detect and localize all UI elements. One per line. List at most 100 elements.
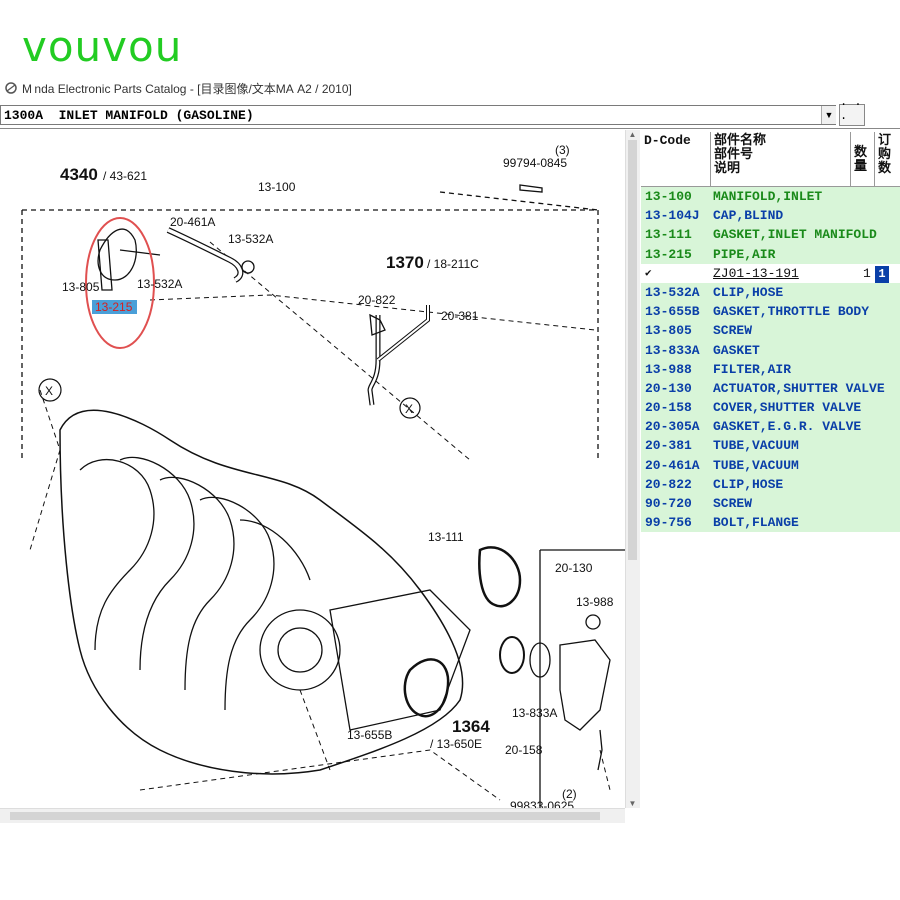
label-20-381[interactable]: 20-381 [441,309,479,323]
part-name: GASKET [713,342,760,358]
table-row[interactable]: 20-305A GASKET,E.G.R. VALVE [641,417,900,437]
part-name: TUBE,VACUUM [713,438,799,454]
part-name: BOLT,FLANGE [713,515,799,531]
label-x-left: X [45,384,53,398]
table-row[interactable]: 99-756 BOLT,FLANGE [641,513,900,533]
label-13-650e: / 13-650E [430,737,482,751]
scroll-up-icon[interactable]: ▲ [628,130,637,139]
part-dcode: 20-130 [645,380,692,396]
scroll-thumb[interactable] [10,812,600,820]
diagram-vertical-scrollbar[interactable]: ▲ ▼ [625,130,640,808]
label-1370[interactable]: 1370 [386,253,424,272]
diagram-canvas[interactable]: 4340 / 43-621 13-100 20-461A 13-532A 13-… [0,130,625,808]
part-name: MANIFOLD,INLET [713,189,823,204]
label-20-461a[interactable]: 20-461A [170,215,215,229]
header-order-qty[interactable]: 订购数 [875,132,900,186]
parts-table-body: 13-100 MANIFOLD,INLET 13-104J CAP,BLIND 13-1… [641,187,900,533]
table-row[interactable]: 13-111 GASKET,INLET MANIFOLD [641,225,900,245]
table-row[interactable]: 20-461A TUBE,VACUUM [641,455,900,475]
label-1364[interactable]: 1364 [452,717,490,736]
header-part-name[interactable]: 部件名称 部件号 说明 [711,132,851,186]
part-dcode: 13-805 [645,323,692,339]
table-row[interactable]: 13-805 SCREW [641,321,900,341]
header-dcode[interactable]: D-Code [641,132,711,186]
table-row[interactable]: 13-215 PIPE,AIR [641,244,900,264]
parts-table-header: D-Code 部件名称 部件号 说明 数量 订购数 [641,132,900,187]
watermark-logo: vouvou [22,22,183,71]
part-name: ACTUATOR,SHUTTER VALVE [713,380,885,396]
browse-button[interactable]: . . . [839,95,865,126]
part-dcode: 90-720 [645,496,692,511]
label-13-532a-top[interactable]: 13-532A [228,232,273,246]
label-18-211c: / 18-211C [427,257,479,271]
table-row[interactable]: 20-158 COVER,SHUTTER VALVE [641,398,900,418]
label-4340[interactable]: 4340 [60,165,98,184]
label-13-655b[interactable]: 13-655B [347,728,392,742]
table-row[interactable]: 13-833A GASKET [641,340,900,360]
diagram-horizontal-scrollbar[interactable] [0,808,625,823]
part-dcode: 20-158 [645,400,692,416]
header-qty[interactable]: 数量 [851,132,875,186]
label-13-215[interactable]: 13-215 [95,300,133,314]
part-dcode: 20-822 [645,476,692,492]
part-dcode: 13-532A [645,284,700,300]
table-row[interactable]: 13-655B GASKET,THROTTLE BODY [641,302,900,322]
app-icon [5,82,17,94]
part-name: CAP,BLIND [713,208,784,224]
divider [0,128,900,129]
label-20-158[interactable]: 20-158 [505,743,543,757]
part-dcode: 99-756 [645,515,692,531]
chevron-down-icon[interactable]: ▼ [821,106,836,124]
part-qty: 1 [863,265,871,281]
part-number: ZJ01-13-191 [713,265,799,281]
part-name: GASKET,E.G.R. VALVE [713,419,862,435]
label-20-822[interactable]: 20-822 [358,293,396,307]
check-icon[interactable]: ✔ [645,266,652,280]
part-name: PIPE,AIR [713,246,776,262]
part-name: SCREW [713,323,753,339]
parts-list-panel: D-Code 部件名称 部件号 说明 数量 订购数 13-100 MANIFOLD… [641,132,900,533]
part-name: CLIP,HOSE [713,476,784,492]
window-title: M nda Electronic Parts Catalog - [目录图像/文… [22,81,352,96]
part-name: COVER,SHUTTER VALVE [713,400,862,416]
label-43-621: / 43-621 [103,169,147,183]
part-name: FILTER,AIR [713,361,792,377]
table-row[interactable]: 20-130 ACTUATOR,SHUTTER VALVE [641,378,900,399]
label-99833-0625[interactable]: 99833-0625 [510,799,574,808]
section-select[interactable]: 1300A INLET MANIFOLD (GASOLINE) [0,105,836,125]
part-name: TUBE,VACUUM [713,457,799,473]
scroll-thumb[interactable] [628,140,637,560]
order-qty-input[interactable]: 1 [875,265,889,283]
label-x-right: X [405,402,413,416]
parts-diagram[interactable]: 4340 / 43-621 13-100 20-461A 13-532A 13-… [0,130,625,808]
part-dcode: 13-100 [645,189,692,204]
label-99794-0845[interactable]: 99794-0845 [503,156,567,170]
part-name: CLIP,HOSE [713,284,784,300]
part-dcode: 13-655B [645,304,700,320]
table-row[interactable]: 13-100 MANIFOLD,INLET [641,187,900,207]
scroll-down-icon[interactable]: ▼ [628,799,637,808]
part-dcode: 13-111 [645,227,692,243]
selected-part-row[interactable]: ✔ ZJ01-13-191 1 1 [641,263,900,283]
part-dcode: 20-461A [645,457,700,473]
table-row[interactable]: 20-822 CLIP,HOSE [641,474,900,494]
label-13-111[interactable]: 13-111 [428,530,464,544]
window-title-bar: M nda Electronic Parts Catalog - [目录图像/文… [0,78,900,98]
table-row[interactable]: 13-104J CAP,BLIND [641,206,900,226]
table-row[interactable]: 13-988 FILTER,AIR [641,359,900,379]
part-name: GASKET,INLET MANIFOLD [713,227,877,243]
label-13-833a[interactable]: 13-833A [512,706,557,720]
label-13-532a-left[interactable]: 13-532A [137,277,182,291]
table-row[interactable]: 13-532A CLIP,HOSE [641,282,900,303]
label-13-988[interactable]: 13-988 [576,595,614,609]
part-name: SCREW [713,496,753,511]
part-dcode: 13-833A [645,342,700,358]
part-dcode: 13-215 [645,246,692,262]
part-dcode: 20-305A [645,419,700,435]
label-20-130[interactable]: 20-130 [555,561,593,575]
table-row[interactable]: 20-381 TUBE,VACUUM [641,436,900,456]
table-row[interactable]: 90-720 SCREW [641,494,900,514]
label-13-100[interactable]: 13-100 [258,180,296,194]
label-13-805[interactable]: 13-805 [62,280,100,294]
part-name: GASKET,THROTTLE BODY [713,304,870,320]
